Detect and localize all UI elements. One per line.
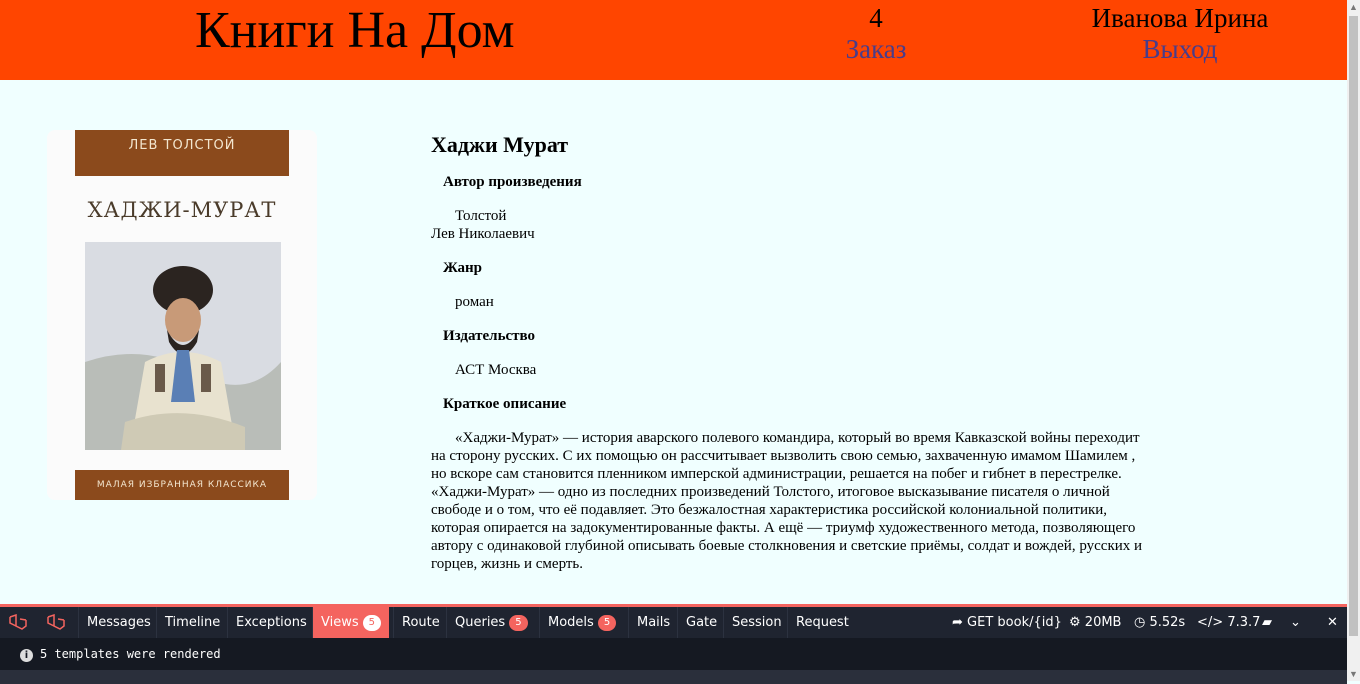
tab-exceptions[interactable]: Exceptions — [227, 607, 315, 638]
debugbar-footer — [0, 670, 1347, 684]
debugbar-message-row: i 5 templates were rendered — [0, 638, 1347, 670]
user-name: Иванова Ирина — [1091, 3, 1269, 33]
laravel-logo-icon[interactable] — [46, 614, 66, 632]
php-version-indicator: </> 7.3.7 — [1197, 615, 1261, 630]
cover-portrait-illustration — [85, 242, 281, 450]
debugbar: Messages Timeline Exceptions Views 5 Rout… — [0, 604, 1347, 684]
author-value: Толстой Лев Николаевич — [431, 207, 1146, 243]
tab-gate[interactable]: Gate — [677, 607, 725, 638]
debugbar-message: 5 templates were rendered — [40, 647, 221, 661]
scroll-down-arrow-icon[interactable]: ▼ — [1347, 667, 1360, 681]
tab-route[interactable]: Route — [393, 607, 448, 638]
chevron-down-icon[interactable]: ⌄ — [1290, 607, 1301, 638]
site-title[interactable]: Книги На Дом — [195, 2, 515, 60]
logout-link[interactable]: Выход — [1060, 33, 1300, 66]
tab-mails[interactable]: Mails — [628, 607, 678, 638]
cogs-icon: ⚙ — [1069, 615, 1081, 630]
tab-messages[interactable]: Messages — [78, 607, 159, 638]
cover-title: ХАДЖИ-МУРАТ — [87, 198, 277, 222]
close-icon[interactable]: ✕ — [1327, 607, 1338, 638]
cart-block: 4 Заказ — [830, 3, 922, 66]
cart-count: 4 — [869, 3, 883, 33]
author-label: Автор произведения — [443, 174, 582, 190]
book-cover-image: ЛЕВ ТОЛСТОЙ ХАДЖИ-МУРАТ МАЛАЯ ИЗБРАННАЯ … — [47, 130, 317, 500]
code-icon: </> — [1197, 615, 1224, 630]
site-header: Книги На Дом 4 Заказ Иванова Ирина Выход — [0, 0, 1347, 80]
author-surname: Толстой — [455, 208, 507, 224]
queries-count-badge: 5 — [509, 615, 528, 631]
description-label: Краткое описание — [443, 396, 567, 412]
tab-models[interactable]: Models 5 — [539, 607, 624, 638]
scrollbar-thumb[interactable] — [1349, 16, 1358, 636]
author-name: Лев Николаевич — [431, 226, 535, 242]
info-icon: i — [20, 649, 33, 662]
scroll-up-arrow-icon[interactable]: ▲ — [1347, 0, 1360, 14]
genre-value: роман — [455, 294, 494, 310]
tab-queries[interactable]: Queries 5 — [446, 607, 536, 638]
time-indicator: ◷ 5.52s — [1134, 615, 1186, 630]
laravel-logo-icon[interactable] — [8, 614, 28, 632]
route-indicator: ➦ GET book/{id} — [952, 615, 1062, 630]
tab-views[interactable]: Views 5 — [312, 607, 389, 638]
cover-series: МАЛАЯ ИЗБРАННАЯ КЛАССИКА — [75, 470, 289, 500]
tab-session[interactable]: Session — [723, 607, 790, 638]
share-arrow-icon: ➦ — [952, 615, 963, 630]
open-folder-icon[interactable]: ▰ — [1262, 607, 1272, 638]
views-count-badge: 5 — [362, 615, 381, 631]
memory-indicator: ⚙ 20MB — [1069, 615, 1122, 630]
publisher-label: Издательство — [443, 328, 536, 344]
user-block: Иванова Ирина Выход — [1060, 3, 1300, 66]
book-title: Хаджи Мурат — [431, 132, 569, 157]
book-details: Хаджи Мурат Автор произведения Толстой Л… — [431, 132, 1146, 589]
models-count-badge: 5 — [597, 615, 617, 631]
description-text: «Хаджи-Мурат» — история аварского полево… — [431, 430, 1143, 572]
clock-icon: ◷ — [1134, 615, 1146, 630]
tab-request[interactable]: Request — [787, 607, 857, 638]
order-link[interactable]: Заказ — [830, 33, 922, 66]
publisher-value: АСТ Москва — [455, 362, 537, 378]
genre-label: Жанр — [443, 260, 482, 276]
cover-author: ЛЕВ ТОЛСТОЙ — [75, 130, 289, 176]
page-scrollbar[interactable]: ▲ ▼ — [1347, 0, 1360, 681]
debugbar-tabs: Messages Timeline Exceptions Views 5 Rout… — [0, 607, 1347, 638]
tab-timeline[interactable]: Timeline — [156, 607, 228, 638]
